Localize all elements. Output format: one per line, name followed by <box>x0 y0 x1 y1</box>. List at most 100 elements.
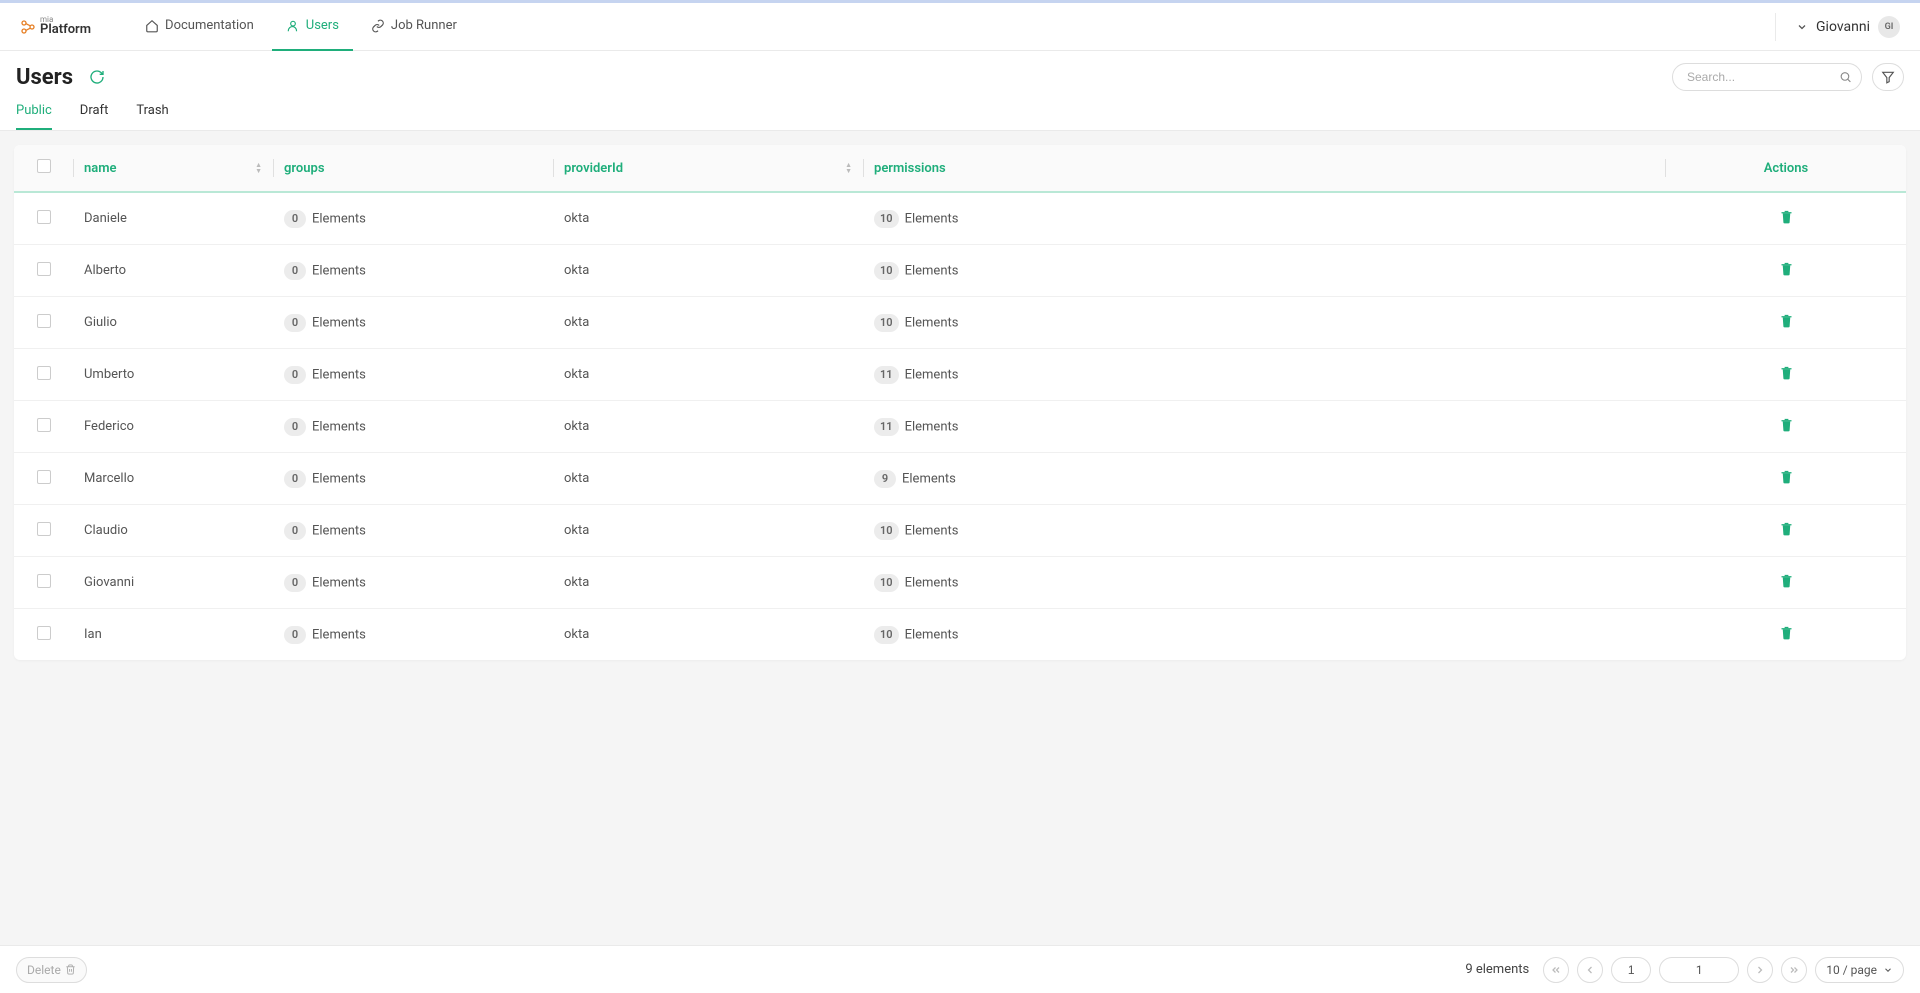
col-provider-label: providerId <box>564 161 623 176</box>
groups-label: Elements <box>312 523 366 538</box>
total-pages: 1 <box>1659 957 1739 983</box>
search-input[interactable] <box>1672 63 1862 91</box>
permissions-badge: 10 <box>874 574 899 592</box>
nav-documentation[interactable]: Documentation <box>131 3 268 51</box>
chevron-down-icon <box>1796 21 1808 33</box>
groups-badge: 0 <box>284 262 306 280</box>
groups-label: Elements <box>312 627 366 642</box>
logo-icon <box>20 19 36 35</box>
permissions-badge: 10 <box>874 314 899 332</box>
cell-actions <box>1666 192 1906 245</box>
search-icon[interactable] <box>1839 71 1852 84</box>
cell-actions <box>1666 245 1906 297</box>
page-input[interactable] <box>1611 957 1651 983</box>
link-icon <box>371 19 385 33</box>
cell-name: Federico <box>74 401 274 453</box>
table-header-row: name ▲▼ groups providerId ▲▼ permis <box>14 145 1906 192</box>
delete-row-button[interactable] <box>1779 573 1794 588</box>
cell-name: Claudio <box>74 505 274 557</box>
brand-logo[interactable]: mia Platform <box>20 16 91 37</box>
permissions-badge: 10 <box>874 626 899 644</box>
cell-permissions: 11Elements <box>864 349 1666 401</box>
row-checkbox[interactable] <box>37 574 51 588</box>
cell-groups: 0Elements <box>274 557 554 609</box>
row-checkbox[interactable] <box>37 262 51 276</box>
row-checkbox[interactable] <box>37 314 51 328</box>
delete-button[interactable]: Delete <box>16 957 87 983</box>
trash-icon <box>65 964 76 975</box>
delete-row-button[interactable] <box>1779 469 1794 484</box>
nav-users[interactable]: Users <box>272 3 353 51</box>
filter-icon <box>1881 70 1895 84</box>
pager-prev-button[interactable] <box>1577 957 1603 983</box>
delete-row-button[interactable] <box>1779 209 1794 224</box>
delete-row-button[interactable] <box>1779 625 1794 640</box>
groups-label: Elements <box>312 263 366 278</box>
permissions-label: Elements <box>905 367 959 382</box>
filter-button[interactable] <box>1872 63 1904 91</box>
nav-users-label: Users <box>306 18 339 33</box>
delete-row-button[interactable] <box>1779 261 1794 276</box>
delete-row-button[interactable] <box>1779 417 1794 432</box>
col-groups[interactable]: groups <box>274 145 554 192</box>
elements-count: 9 elements <box>1465 962 1529 977</box>
row-select-cell <box>14 609 74 661</box>
col-permissions[interactable]: permissions <box>864 145 1666 192</box>
groups-badge: 0 <box>284 210 306 228</box>
row-checkbox[interactable] <box>37 470 51 484</box>
sort-icon: ▲▼ <box>255 162 262 174</box>
col-provider[interactable]: providerId ▲▼ <box>554 145 864 192</box>
table-row: Federico0Elementsokta11Elements <box>14 401 1906 453</box>
delete-row-button[interactable] <box>1779 313 1794 328</box>
cell-provider: okta <box>554 297 864 349</box>
cell-provider: okta <box>554 453 864 505</box>
groups-label: Elements <box>312 211 366 226</box>
tab-trash[interactable]: Trash <box>136 97 168 130</box>
nav-job-runner-label: Job Runner <box>391 18 457 33</box>
delete-row-button[interactable] <box>1779 521 1794 536</box>
search-box <box>1672 63 1862 91</box>
cell-name: Ian <box>74 609 274 661</box>
chevron-down-icon <box>1883 965 1893 975</box>
col-name-label: name <box>84 161 117 176</box>
cell-actions <box>1666 557 1906 609</box>
pager-first-button[interactable] <box>1543 957 1569 983</box>
app-header: mia Platform Documentation Users Job Run… <box>0 3 1920 51</box>
row-checkbox[interactable] <box>37 626 51 640</box>
per-page-select[interactable]: 10 / page <box>1815 957 1904 983</box>
row-select-cell <box>14 192 74 245</box>
user-icon <box>286 19 300 33</box>
row-checkbox[interactable] <box>37 522 51 536</box>
groups-badge: 0 <box>284 574 306 592</box>
col-name[interactable]: name ▲▼ <box>74 145 274 192</box>
cell-permissions: 11Elements <box>864 401 1666 453</box>
cell-permissions: 9Elements <box>864 453 1666 505</box>
nav-documentation-label: Documentation <box>165 18 254 33</box>
tab-draft[interactable]: Draft <box>80 97 109 130</box>
row-checkbox[interactable] <box>37 210 51 224</box>
select-all-checkbox[interactable] <box>37 159 51 173</box>
current-user-name: Giovanni <box>1816 19 1870 35</box>
tab-public[interactable]: Public <box>16 97 52 130</box>
col-actions: Actions <box>1666 145 1906 192</box>
table-row: Giulio0Elementsokta10Elements <box>14 297 1906 349</box>
cell-actions <box>1666 401 1906 453</box>
main-content: name ▲▼ groups providerId ▲▼ permis <box>0 131 1920 945</box>
row-checkbox[interactable] <box>37 366 51 380</box>
delete-row-button[interactable] <box>1779 365 1794 380</box>
cell-name: Giulio <box>74 297 274 349</box>
page-footer: Delete 9 elements 1 10 / page <box>0 945 1920 993</box>
table-row: Giovanni0Elementsokta10Elements <box>14 557 1906 609</box>
row-checkbox[interactable] <box>37 418 51 432</box>
nav-job-runner[interactable]: Job Runner <box>357 3 471 51</box>
refresh-button[interactable] <box>89 69 105 85</box>
pager-last-button[interactable] <box>1781 957 1807 983</box>
permissions-label: Elements <box>905 575 959 590</box>
cell-permissions: 10Elements <box>864 192 1666 245</box>
permissions-label: Elements <box>905 419 959 434</box>
users-table-card: name ▲▼ groups providerId ▲▼ permis <box>14 145 1906 660</box>
user-menu[interactable]: Giovanni GI <box>1775 13 1900 41</box>
pager-next-button[interactable] <box>1747 957 1773 983</box>
cell-provider: okta <box>554 609 864 661</box>
table-row: Marcello0Elementsokta9Elements <box>14 453 1906 505</box>
